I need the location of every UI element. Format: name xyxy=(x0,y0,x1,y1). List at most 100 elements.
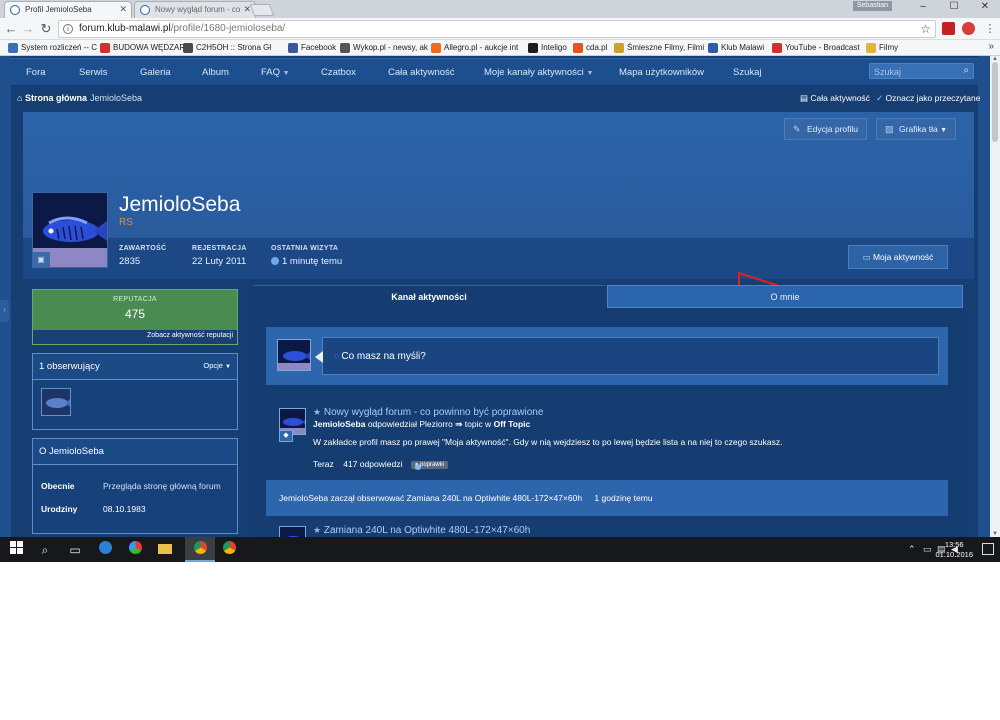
tab-activity-feed[interactable]: Kanał aktywności xyxy=(253,285,605,308)
sidebar-toggle-icon[interactable]: › xyxy=(0,300,9,322)
address-bar[interactable]: i forum.klub-malawi.pl/profile/1680-jemi… xyxy=(58,20,936,38)
battery-icon[interactable]: ▭ xyxy=(923,544,932,555)
nav-item-czatbox[interactable]: Czatbox xyxy=(321,67,356,78)
feed-action-line: JemioloSeba odpowiedział Pleziorro ⇒ top… xyxy=(313,419,530,430)
extension-icon[interactable] xyxy=(962,22,975,35)
feed-body: W zakładce profil masz po prawej "Moja a… xyxy=(313,437,783,447)
nav-item-szukaj[interactable]: Szukaj xyxy=(733,67,762,78)
nav-label: Cała aktywność xyxy=(388,67,455,78)
bookmark-item[interactable]: BUDOWA WĘDZARNI xyxy=(100,42,193,54)
ublock-extension-icon[interactable] xyxy=(942,22,955,35)
nav-item-faq[interactable]: FAQ ▼ xyxy=(261,67,290,78)
bookmarks-overflow-icon[interactable]: » xyxy=(988,41,994,52)
feed-forum-link[interactable]: Off Topic xyxy=(494,419,531,429)
breadcrumb-current[interactable]: JemioloSeba xyxy=(90,93,142,103)
follow-event-text[interactable]: JemioloSeba zaczął obserwować Zamiana 24… xyxy=(279,493,582,503)
breadcrumb-home[interactable]: ⌂ Strona główna xyxy=(17,93,87,103)
windows-start-icon[interactable] xyxy=(7,541,25,559)
chrome-icon[interactable] xyxy=(191,541,209,559)
forward-arrow-icon[interactable]: → xyxy=(20,21,36,37)
status-update-panel: ◌ Co masz na myśli? xyxy=(266,327,948,385)
bookmark-item[interactable]: Inteligo xyxy=(528,42,567,54)
search-icon[interactable]: ⌕ xyxy=(36,541,54,559)
nav-item-cala-aktywnosc[interactable]: Cała aktywność xyxy=(388,67,455,78)
stat-content: ZAWARTOŚĆ 2835 xyxy=(119,245,166,267)
change-photo-icon[interactable]: ▣ xyxy=(32,252,50,268)
cover-photo-button[interactable]: ▨ Grafika tła ▼ xyxy=(876,118,957,140)
browser-tab-new-forum[interactable]: Nowy wygląd forum - co ✕ xyxy=(134,1,256,18)
reload-icon[interactable]: ↻ xyxy=(38,21,54,37)
bookmark-favicon-icon xyxy=(528,43,538,53)
bookmark-item[interactable]: Filmy xyxy=(866,42,898,54)
back-arrow-icon[interactable]: ← xyxy=(3,21,19,37)
minimize-icon[interactable]: – xyxy=(908,1,938,12)
bookmark-item[interactable]: cda.pl xyxy=(573,42,607,54)
url-text[interactable]: forum.klub-malawi.pl/profile/1680-jemiol… xyxy=(79,23,285,34)
reputation-activity-link[interactable]: Zobacz aktywność reputacji xyxy=(147,332,233,339)
browser-user-badge[interactable]: Sebastian xyxy=(852,1,892,11)
status-input[interactable]: ◌ Co masz na myśli? xyxy=(315,337,939,375)
feed-topic-link[interactable]: ★ Zamiana 240L na Optiwhite 480L-172×47×… xyxy=(313,525,530,536)
nav-item-serwis[interactable]: Serwis xyxy=(79,67,108,78)
status-placeholder: ◌ Co masz na myśli? xyxy=(334,351,426,362)
bookmark-favicon-icon xyxy=(288,43,298,53)
feed-time[interactable]: Teraz xyxy=(313,459,334,469)
about-key: Urodziny xyxy=(41,504,78,514)
browser-tab-profile[interactable]: Profil JemioloSeba ✕ xyxy=(4,1,132,18)
search-icon[interactable]: ⌕ xyxy=(963,65,969,76)
bookmark-item[interactable]: Wykop.pl - newsy, ak xyxy=(340,42,428,54)
system-clock[interactable]: 13:56 01.10.2016 xyxy=(935,540,973,560)
notifications-icon[interactable] xyxy=(982,543,994,555)
followers-options-button[interactable]: Opcje ▼ xyxy=(203,361,231,370)
bookmark-item[interactable]: System rozliczeń -- C xyxy=(8,42,97,54)
new-tab-button[interactable] xyxy=(249,4,275,16)
followers-header: 1 obserwujący Opcje ▼ xyxy=(33,354,237,380)
windows-taskbar: ⌕ ▭ ⌃ ▭ ▤ ◀ 13:56 01.10.2016 xyxy=(0,537,1000,562)
follower-avatar[interactable] xyxy=(41,388,71,416)
scrollbar-thumb[interactable] xyxy=(992,62,998,142)
mark-read-link[interactable]: ✓ Oznacz jako przeczytane xyxy=(876,93,980,104)
feed-topic-link[interactable]: ★ Nowy wygląd forum - co powinno być pop… xyxy=(313,407,543,418)
edit-profile-button[interactable]: ✎ Edycja profilu xyxy=(784,118,868,140)
my-activity-button[interactable]: ▭ Moja aktywność xyxy=(848,245,948,269)
nav-item-album[interactable]: Album xyxy=(202,67,229,78)
nav-item-fora[interactable]: Fora xyxy=(26,67,46,78)
maximize-icon[interactable]: ☐ xyxy=(939,1,969,12)
nav-item-mapa-uzytkownikow[interactable]: Mapa użytkowników xyxy=(619,67,704,78)
bookmark-item[interactable]: Allegro.pl - aukcje int xyxy=(431,42,518,54)
all-activity-link[interactable]: ▤ Cała aktywność xyxy=(800,93,870,104)
stat-value[interactable]: 2835 xyxy=(119,256,166,267)
tray-chevron-icon[interactable]: ⌃ xyxy=(908,544,916,555)
reputation-link-bar: Zobacz aktywność reputacji xyxy=(33,330,237,344)
menu-icon[interactable]: ⋮ xyxy=(982,21,998,37)
bookmark-item[interactable]: C2H5OH :: Strona Gł xyxy=(183,42,271,54)
file-explorer-icon[interactable] xyxy=(156,541,174,559)
bookmark-item[interactable]: Śmieszne Filmy, Filmi xyxy=(614,42,704,54)
window-close-icon[interactable]: ✕ xyxy=(970,1,1000,12)
feed-avatar[interactable] xyxy=(279,526,306,537)
chrome-icon[interactable] xyxy=(220,541,238,559)
bookmark-favicon-icon xyxy=(708,43,718,53)
bookmark-label: Facebook xyxy=(301,43,337,52)
feed-user-link[interactable]: JemioloSeba xyxy=(313,419,365,429)
nav-item-moje-kanaly[interactable]: Moje kanały aktywności ▼ xyxy=(484,67,593,78)
task-view-icon[interactable]: ▭ xyxy=(66,541,84,559)
fish-avatar-image xyxy=(280,527,305,537)
tab-about-me[interactable]: O mnie xyxy=(607,285,963,308)
bookmark-item[interactable]: Klub Malawi xyxy=(708,42,764,54)
close-icon[interactable]: ✕ xyxy=(119,4,127,15)
search-input[interactable] xyxy=(874,65,954,78)
app-colorful-icon[interactable] xyxy=(126,541,144,559)
app-globe-icon[interactable] xyxy=(96,541,114,559)
nav-item-galeria[interactable]: Galeria xyxy=(140,67,171,78)
bookmark-star-icon[interactable]: ☆ xyxy=(920,22,931,36)
about-value[interactable]: Przegląda stronę główną forum xyxy=(103,481,221,491)
bookmark-favicon-icon xyxy=(100,43,110,53)
bookmark-label: Inteligo xyxy=(541,43,567,52)
page-scrollbar[interactable]: ▲ ▼ xyxy=(990,56,1000,537)
bookmark-item[interactable]: Facebook xyxy=(288,42,336,54)
speech-bubble-icon: ◌ xyxy=(334,351,340,361)
info-icon[interactable]: i xyxy=(63,24,73,34)
bookmark-item[interactable]: YouTube - Broadcast xyxy=(772,42,860,54)
bookmark-favicon-icon xyxy=(573,43,583,53)
